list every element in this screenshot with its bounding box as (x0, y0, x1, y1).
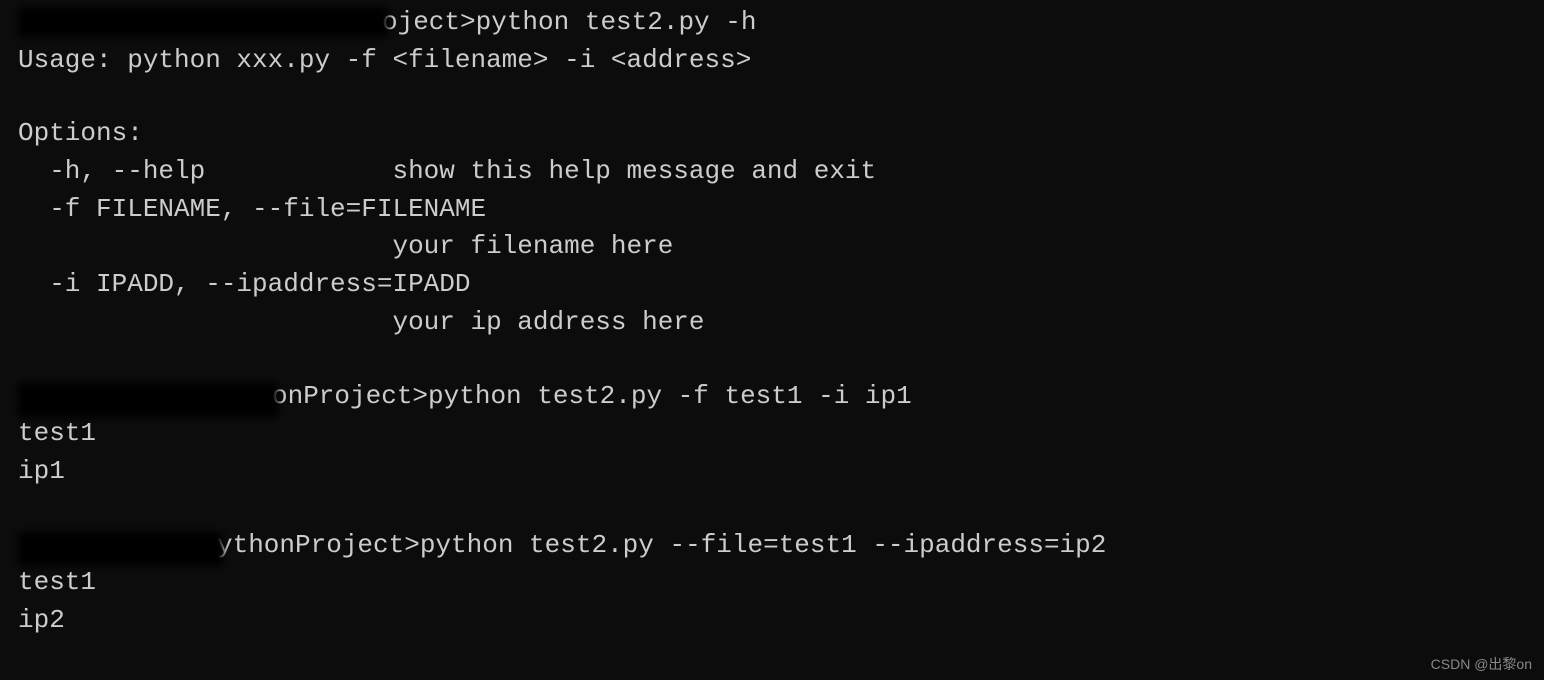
output-3-line1: test1 (18, 564, 1526, 602)
watermark: CSDN @出黎on (1431, 654, 1532, 674)
option-file-desc: your filename here (18, 228, 1526, 266)
option-file-flag: -f FILENAME, --file=FILENAME (18, 191, 1526, 229)
output-3-line2: ip2 (18, 602, 1526, 640)
output-2-line1: test1 (18, 415, 1526, 453)
command-2: python test2.py -f test1 -i ip1 (428, 381, 912, 411)
output-2-line2: ip1 (18, 453, 1526, 491)
command-line-2: onProject>python test2.py -f test1 -i ip… (18, 378, 1526, 416)
redacted-path-1 (18, 7, 388, 37)
prompt-suffix-1: oject> (382, 7, 476, 37)
option-help: -h, --help show this help message and ex… (18, 153, 1526, 191)
option-ip-flag: -i IPADD, --ipaddress=IPADD (18, 266, 1526, 304)
redacted-path-3 (18, 532, 223, 566)
prompt-suffix-2: onProject> (272, 381, 428, 411)
options-header: Options: (18, 115, 1526, 153)
prompt-suffix-3: ythonProject> (217, 530, 420, 560)
redacted-path-2 (18, 382, 278, 418)
command-line-1: oject>python test2.py -h (18, 4, 1526, 42)
command-1: python test2.py -h (476, 7, 757, 37)
usage-line: Usage: python xxx.py -f <filename> -i <a… (18, 42, 1526, 80)
command-3: python test2.py --file=test1 --ipaddress… (420, 530, 1107, 560)
option-ip-desc: your ip address here (18, 304, 1526, 342)
command-line-3: ythonProject>python test2.py --file=test… (18, 527, 1526, 565)
